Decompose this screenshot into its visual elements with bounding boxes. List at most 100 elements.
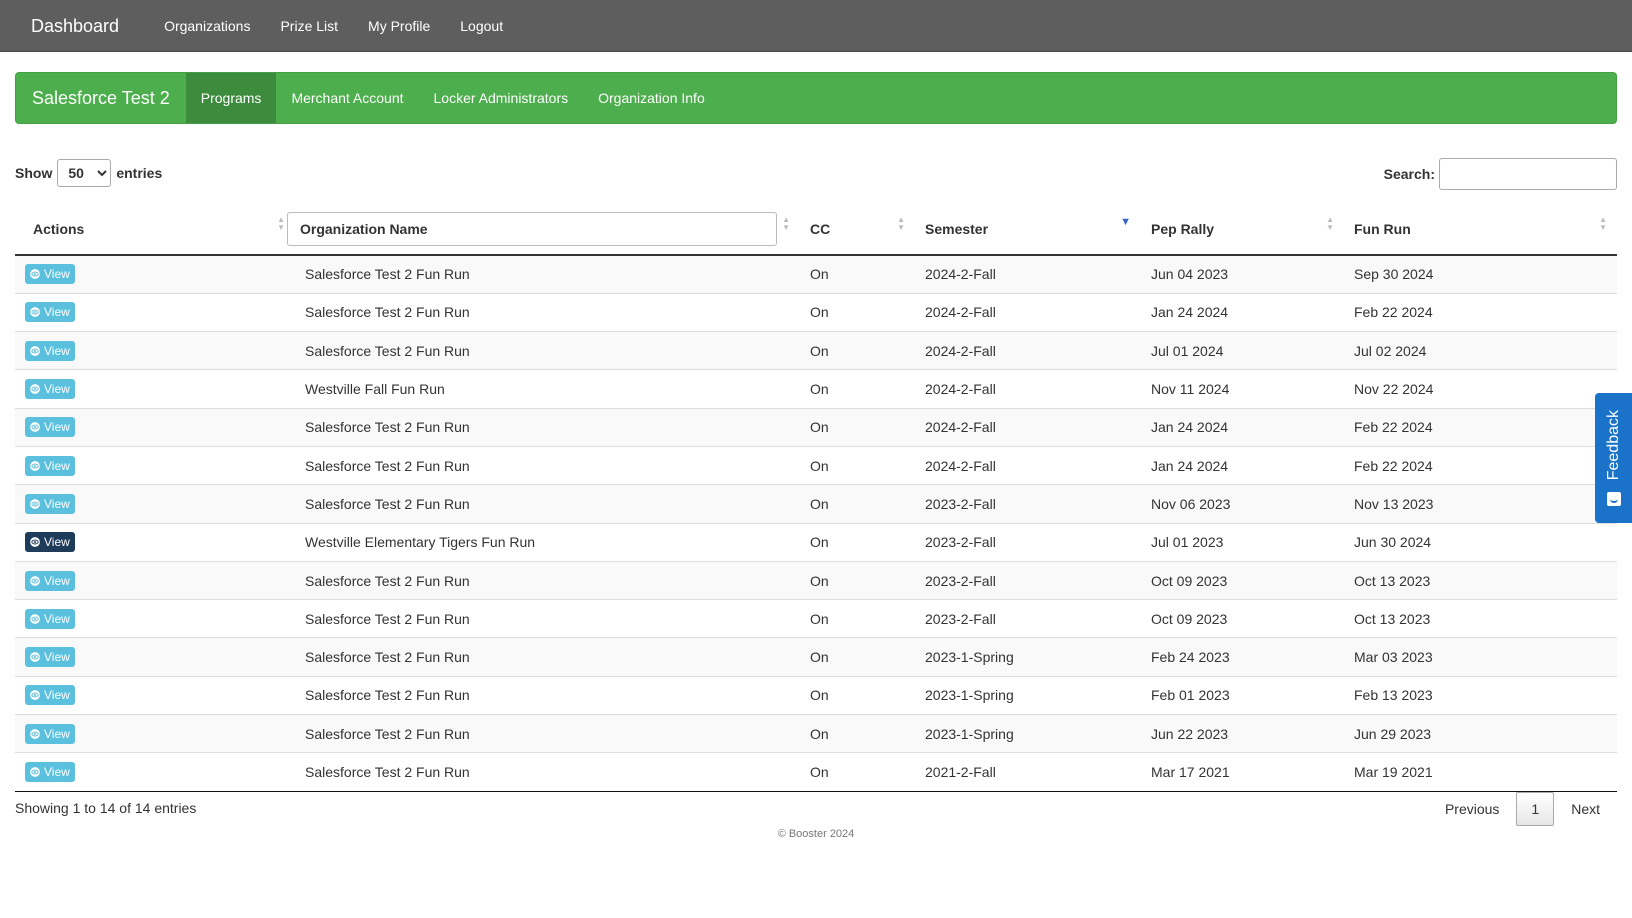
eye-icon bbox=[30, 575, 40, 586]
programs-table: Actions ▲ ▼ Organization Name ▲ ▼ CC ▲ ▼ Semes… bbox=[15, 204, 1617, 792]
semester-cell: 2024-2-Fall bbox=[915, 255, 1141, 294]
view-button[interactable]: View bbox=[25, 264, 75, 285]
view-label: View bbox=[44, 496, 70, 511]
view-button[interactable]: View bbox=[25, 570, 75, 591]
pep-rally-cell: Feb 01 2023 bbox=[1141, 675, 1344, 715]
view-button[interactable]: View bbox=[25, 455, 75, 476]
table-row: View Salesforce Test 2 Fun Run On 2024-2-Fa… bbox=[15, 445, 1617, 485]
actions-cell: View bbox=[15, 255, 295, 294]
eye-icon bbox=[30, 499, 40, 509]
entries-per-page-select[interactable]: 50 bbox=[57, 159, 112, 187]
view-label: View bbox=[44, 420, 70, 435]
actions-cell: View bbox=[15, 675, 295, 715]
fun-run-cell: Feb 22 2024 bbox=[1344, 407, 1617, 447]
nav-logout[interactable]: Logout bbox=[445, 0, 518, 52]
copyright: © Booster 2024 bbox=[777, 828, 855, 840]
header-organization-name[interactable]: Organization Name ▲ ▼ bbox=[287, 204, 800, 256]
header-pep-rally[interactable]: Pep Rally ▲ ▼ bbox=[1141, 204, 1344, 256]
organization-brand-link[interactable]: Salesforce Test 2 bbox=[16, 73, 186, 123]
nav-my-profile[interactable]: My Profile bbox=[353, 0, 445, 52]
table-row: View Salesforce Test 2 Fun Run On 2023-2-Fa… bbox=[15, 560, 1617, 600]
search-label: Search: bbox=[1383, 166, 1435, 182]
tab-programs[interactable]: Programs bbox=[185, 73, 277, 123]
pagination: Previous 1 Next bbox=[1428, 792, 1617, 826]
table-row: View Salesforce Test 2 Fun Run On 2024-2-Fa… bbox=[15, 255, 1617, 294]
organization-name-filter[interactable]: Organization Name bbox=[287, 212, 777, 246]
semester-cell: 2023-2-Fall bbox=[915, 599, 1141, 638]
header-cc[interactable]: CC ▲ ▼ bbox=[800, 204, 915, 256]
view-button[interactable]: View bbox=[25, 762, 75, 782]
actions-cell: View bbox=[15, 445, 295, 485]
view-button[interactable]: View bbox=[25, 647, 75, 668]
fun-run-cell: Nov 13 2023 bbox=[1344, 484, 1617, 524]
header-semester[interactable]: Semester ▼ bbox=[915, 204, 1141, 256]
cc-cell: On bbox=[800, 522, 915, 562]
pep-rally-cell: Jun 04 2023 bbox=[1141, 255, 1344, 294]
table-row: View Salesforce Test 2 Fun Run On 2024-2-Fa… bbox=[15, 331, 1617, 370]
tab-merchant-account[interactable]: Merchant Account bbox=[276, 73, 418, 123]
organization-name-cell: Salesforce Test 2 Fun Run bbox=[295, 331, 800, 370]
previous-page-button[interactable]: Previous bbox=[1428, 793, 1516, 825]
tab-organization-info[interactable]: Organization Info bbox=[583, 73, 720, 123]
sort-desc-icon: ▼ bbox=[1120, 216, 1131, 228]
header-fun-run[interactable]: Fun Run ▲ ▼ bbox=[1344, 204, 1617, 256]
next-page-button[interactable]: Next bbox=[1554, 793, 1617, 825]
semester-cell: 2023-2-Fall bbox=[915, 484, 1141, 524]
semester-cell: 2023-1-Spring bbox=[915, 637, 1141, 677]
view-button[interactable]: View bbox=[25, 379, 75, 400]
nav-organizations[interactable]: Organizations bbox=[149, 0, 265, 52]
pep-rally-cell: Jul 01 2023 bbox=[1141, 522, 1344, 562]
table-row: View Salesforce Test 2 Fun Run On 2023-2-Fa… bbox=[15, 599, 1617, 638]
semester-cell: 2024-2-Fall bbox=[915, 407, 1141, 447]
dashboard-brand-link[interactable]: Dashboard bbox=[0, 0, 149, 52]
actions-cell: View bbox=[15, 331, 295, 370]
pep-rally-cell: Jan 24 2024 bbox=[1141, 445, 1344, 485]
page-1-button[interactable]: 1 bbox=[1516, 792, 1555, 826]
fun-run-cell: Oct 13 2023 bbox=[1344, 560, 1617, 600]
view-label: View bbox=[44, 267, 70, 282]
sort-icon: ▲ ▼ bbox=[1599, 215, 1607, 232]
view-button[interactable]: View bbox=[25, 493, 75, 514]
pep-rally-cell: Jun 22 2023 bbox=[1141, 714, 1344, 753]
fun-run-cell: Mar 19 2021 bbox=[1344, 752, 1617, 792]
search-input[interactable] bbox=[1439, 158, 1617, 190]
view-button[interactable]: View bbox=[25, 417, 75, 438]
header-pep-rally-label: Pep Rally bbox=[1151, 221, 1215, 237]
semester-cell: 2023-2-Fall bbox=[915, 560, 1141, 600]
cc-cell: On bbox=[800, 484, 915, 524]
cc-cell: On bbox=[800, 255, 915, 294]
fun-run-cell: Jun 29 2023 bbox=[1344, 714, 1617, 753]
semester-cell: 2024-2-Fall bbox=[915, 331, 1141, 370]
tab-locker-administrators[interactable]: Locker Administrators bbox=[419, 73, 584, 123]
fun-run-cell: Feb 22 2024 bbox=[1344, 292, 1617, 332]
organization-name-cell: Salesforce Test 2 Fun Run bbox=[295, 637, 800, 677]
view-button[interactable]: View bbox=[25, 685, 75, 706]
actions-cell: View bbox=[15, 484, 295, 524]
view-button[interactable]: View bbox=[25, 723, 75, 744]
semester-cell: 2023-1-Spring bbox=[915, 675, 1141, 715]
view-button[interactable]: View bbox=[25, 608, 75, 629]
actions-cell: View bbox=[15, 637, 295, 677]
header-actions-label: Actions bbox=[33, 221, 85, 237]
view-label: View bbox=[44, 305, 70, 320]
sort-icon: ▲ ▼ bbox=[1326, 215, 1334, 232]
eye-icon bbox=[30, 384, 40, 394]
nav-prize-list[interactable]: Prize List bbox=[265, 0, 353, 52]
view-button[interactable]: View bbox=[25, 532, 75, 553]
header-actions[interactable]: Actions ▲ ▼ bbox=[15, 204, 295, 256]
cc-cell: On bbox=[800, 445, 915, 485]
organization-name-cell: Salesforce Test 2 Fun Run bbox=[295, 407, 800, 447]
actions-cell: View bbox=[15, 714, 295, 753]
view-button[interactable]: View bbox=[25, 302, 75, 323]
feedback-tab[interactable]: Feedback bbox=[1595, 393, 1632, 523]
semester-cell: 2023-1-Spring bbox=[915, 714, 1141, 753]
show-label: Show bbox=[15, 165, 53, 181]
entries-length-control: Show 50 entries bbox=[15, 159, 162, 187]
table-row: View Salesforce Test 2 Fun Run On 2023-1-Sp… bbox=[15, 675, 1617, 715]
pep-rally-cell: Jul 01 2024 bbox=[1141, 331, 1344, 370]
eye-icon bbox=[30, 728, 40, 739]
view-label: View bbox=[44, 458, 70, 473]
view-button[interactable]: View bbox=[25, 340, 75, 361]
fun-run-cell: Mar 03 2023 bbox=[1344, 637, 1617, 677]
eye-icon bbox=[30, 307, 40, 318]
